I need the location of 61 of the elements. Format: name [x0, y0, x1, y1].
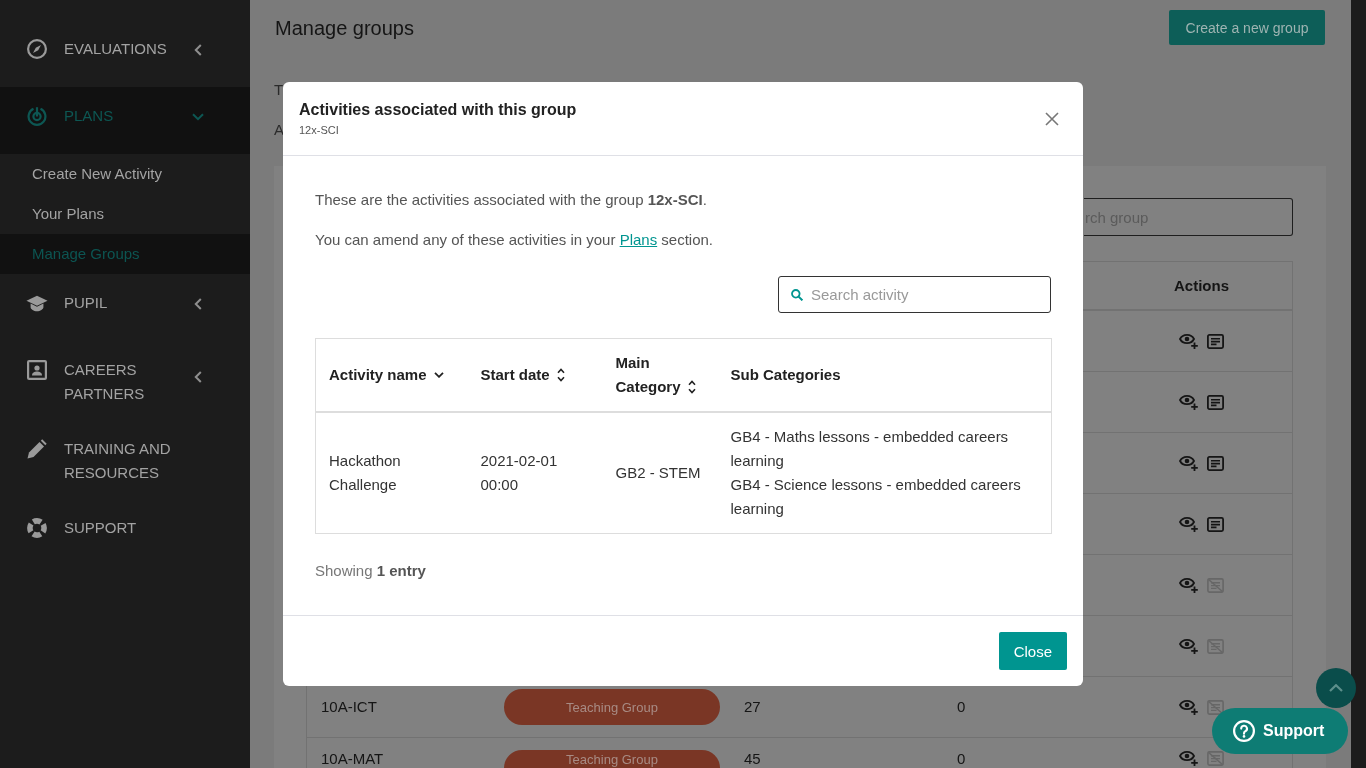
table-cell: 2021-02-01 00:00 — [467, 412, 603, 534]
portrait-icon — [27, 360, 47, 380]
sidebar-menu-item[interactable]: CAREERS PARTNERS — [0, 341, 250, 420]
sidebar-menu-item[interactable]: TRAINING AND RESOURCES — [0, 420, 250, 499]
table-cell: 0 — [957, 750, 966, 768]
search-input[interactable]: Search activity — [811, 286, 1050, 303]
description-text: You can amend any of these activities in your Plans section. — [315, 230, 714, 250]
sidebar-menu-item[interactable]: PUPIL — [0, 274, 250, 341]
eye-plus-icon[interactable] — [1179, 638, 1198, 654]
close-icon[interactable] — [1045, 111, 1059, 126]
search-field[interactable]: Search activity — [778, 276, 1051, 313]
page-title: Manage groups — [275, 15, 414, 40]
sub-category-text: GB4 - Maths lessons - embedded careers learning — [730, 427, 1010, 471]
column-header: Sub Categories — [717, 338, 1052, 412]
group-type-tag: Teaching Group — [504, 750, 720, 768]
sidebar-menu-item[interactable]: SUPPORT — [0, 499, 250, 566]
column-header: Actions — [1174, 276, 1229, 295]
close-button[interactable]: Close — [998, 632, 1067, 670]
description-text: T — [274, 80, 284, 100]
document-icon[interactable] — [1207, 516, 1224, 532]
document-icon[interactable] — [1207, 455, 1224, 471]
search-icon — [791, 288, 803, 301]
group-type-tag: Teaching Group — [504, 689, 720, 725]
table-cell: 10A-MAT — [321, 750, 384, 768]
chevron-up-icon — [1329, 684, 1343, 692]
table-cell: 45 — [744, 750, 761, 768]
power-icon — [27, 106, 47, 126]
support-button[interactable]: Support — [1212, 708, 1348, 754]
column-header[interactable]: Main Category — [602, 338, 718, 412]
compass-icon — [27, 39, 47, 59]
table-cell: Hackathon Challenge — [315, 412, 468, 534]
document-icon[interactable] — [1207, 394, 1224, 410]
eye-plus-icon[interactable] — [1179, 577, 1198, 593]
column-header[interactable]: Start date — [467, 338, 603, 412]
table-cell: GB2 - STEM — [602, 412, 718, 534]
eye-plus-icon[interactable] — [1179, 455, 1198, 471]
lifebuoy-icon — [27, 518, 47, 538]
modal-title: Activities associated with this group — [299, 100, 577, 120]
document-icon[interactable] — [1207, 333, 1224, 349]
entry-count-text: Showing 1 entry — [315, 561, 426, 581]
modal-subtitle: 12x-SCI — [299, 123, 339, 137]
table-cell: 10A-ICT — [321, 698, 377, 716]
plans-link[interactable]: Plans — [619, 231, 658, 248]
description-text: A — [274, 120, 284, 140]
eye-plus-icon[interactable] — [1179, 699, 1198, 715]
table-cell: 0 — [957, 698, 966, 716]
sidebar-submenu-item[interactable]: Your Plans — [0, 194, 250, 234]
question-circle-icon — [1233, 720, 1255, 742]
graduation-cap-icon — [26, 294, 48, 312]
sidebar-menu-item[interactable]: EVALUATIONS — [0, 20, 250, 87]
eye-plus-icon[interactable] — [1179, 394, 1198, 410]
column-header[interactable]: Activity name — [315, 338, 468, 412]
pencil-icon — [27, 439, 47, 459]
sidebar-submenu-item[interactable]: Create New Activity — [0, 154, 250, 194]
sub-category-text: GB4 - Science lessons - embedded careers learning — [730, 475, 1022, 519]
table-cell: 27 — [744, 698, 761, 716]
eye-plus-icon[interactable] — [1179, 333, 1198, 349]
eye-plus-icon[interactable] — [1179, 516, 1198, 532]
create-group-button[interactable]: Create a new group — [1169, 10, 1325, 45]
eye-plus-icon[interactable] — [1179, 750, 1198, 766]
description-text: These are the activities associated with the group 12x-SCI. — [315, 190, 707, 210]
